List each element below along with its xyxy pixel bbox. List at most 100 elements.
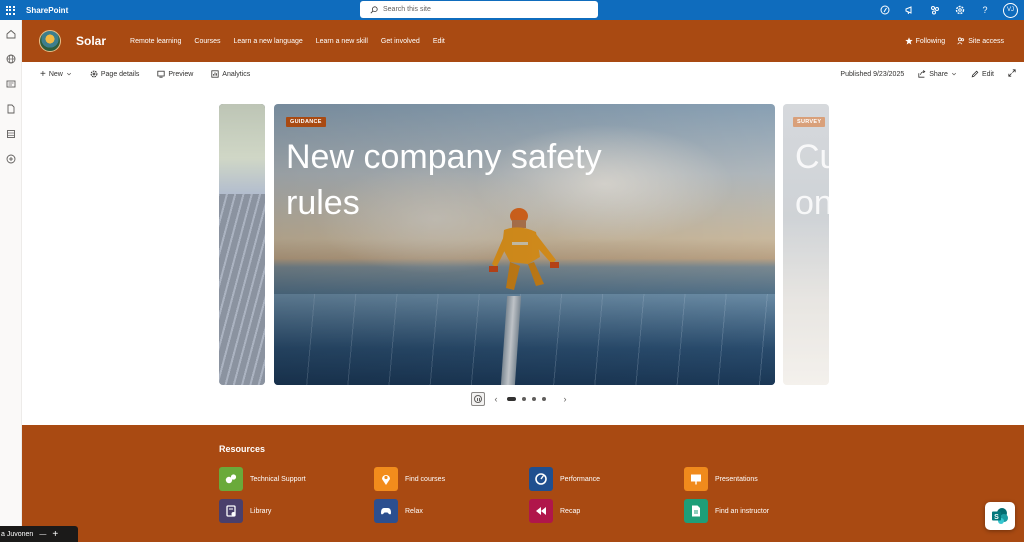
resource-library[interactable]: Library bbox=[219, 499, 271, 523]
waffle-icon[interactable] bbox=[0, 0, 20, 20]
carousel-slide-previous[interactable] bbox=[219, 104, 265, 385]
following-label: Following bbox=[915, 37, 946, 45]
resource-find-courses[interactable]: Find courses bbox=[374, 467, 445, 491]
rewind-icon bbox=[529, 499, 553, 523]
chevron-down-icon bbox=[66, 72, 71, 76]
site-access-button[interactable]: Site access bbox=[957, 37, 1004, 45]
slide-title-line1: New company safety bbox=[286, 138, 602, 176]
plus-icon[interactable]: + bbox=[52, 529, 58, 540]
nav-edit[interactable]: Edit bbox=[433, 38, 445, 45]
resource-label: Performance bbox=[560, 475, 601, 483]
carousel-navigation: ‹ › bbox=[471, 392, 570, 406]
sharepoint-app-button[interactable]: S bbox=[985, 502, 1015, 530]
library-icon bbox=[219, 499, 243, 523]
sharepoint-logo-icon: S bbox=[992, 508, 1008, 524]
analytics-label: Analytics bbox=[222, 70, 251, 78]
resource-presentations[interactable]: Presentations bbox=[684, 467, 758, 491]
nav-learn-language[interactable]: Learn a new language bbox=[233, 38, 302, 45]
search-icon bbox=[370, 5, 378, 13]
expand-icon[interactable] bbox=[1008, 69, 1016, 79]
feedback-icon[interactable] bbox=[878, 3, 892, 17]
slide-tag-next: SURVEY bbox=[793, 117, 826, 127]
slide-title-next-line1: Cu bbox=[795, 138, 829, 176]
resource-technical-support[interactable]: Technical Support bbox=[219, 467, 306, 491]
map-pin-icon bbox=[374, 467, 398, 491]
site-header: Solar Remote learning Courses Learn a ne… bbox=[22, 20, 1024, 62]
user-chip-name: a Juvonen bbox=[1, 530, 34, 538]
nav-get-involved[interactable]: Get involved bbox=[381, 38, 420, 45]
carousel-dot[interactable] bbox=[522, 397, 526, 401]
plus-icon: + bbox=[40, 68, 46, 80]
site-name[interactable]: Solar bbox=[76, 34, 106, 48]
resource-recap[interactable]: Recap bbox=[529, 499, 580, 523]
search-placeholder: Search this site bbox=[383, 6, 431, 13]
share-network-icon[interactable] bbox=[928, 3, 942, 17]
resources-section: Resources Technical Support Find courses… bbox=[22, 425, 1024, 542]
app-name[interactable]: SharePoint bbox=[26, 6, 68, 15]
suite-bar: SharePoint Search this site ? VJ bbox=[0, 0, 1024, 20]
new-button[interactable]: + New bbox=[40, 69, 72, 80]
nav-courses[interactable]: Courses bbox=[194, 38, 220, 45]
preview-icon bbox=[157, 70, 165, 78]
analytics-button[interactable]: Analytics bbox=[211, 70, 250, 78]
site-navigation: Remote learning Courses Learn a new lang… bbox=[130, 38, 458, 45]
following-button[interactable]: Following bbox=[904, 37, 946, 45]
resource-performance[interactable]: Performance bbox=[529, 467, 600, 491]
chevron-left-icon[interactable]: ‹ bbox=[491, 394, 501, 404]
carousel-dot[interactable] bbox=[507, 397, 516, 401]
edit-button[interactable]: Edit bbox=[971, 70, 994, 78]
add-circle-icon[interactable] bbox=[5, 153, 17, 165]
avatar[interactable]: VJ bbox=[1003, 2, 1018, 18]
page-details-label: Page details bbox=[100, 70, 140, 78]
carousel-dot[interactable] bbox=[542, 397, 546, 401]
settings-icon[interactable] bbox=[953, 3, 967, 17]
slide-title-next: Cu on bbox=[795, 134, 829, 226]
megaphone-icon[interactable] bbox=[903, 3, 917, 17]
chevron-down-icon bbox=[951, 72, 956, 76]
resource-label: Presentations bbox=[715, 475, 758, 483]
resource-label: Find an instructor bbox=[715, 507, 770, 515]
chat-bubbles-icon bbox=[219, 467, 243, 491]
slide-tag: GUIDANCE bbox=[286, 117, 326, 127]
search-input[interactable]: Search this site bbox=[360, 1, 598, 18]
edit-label: Edit bbox=[981, 70, 994, 78]
resource-relax[interactable]: Relax bbox=[374, 499, 423, 523]
slide-title[interactable]: New company safety rules bbox=[286, 134, 646, 226]
share-button[interactable]: Share bbox=[918, 70, 957, 78]
carousel-dot[interactable] bbox=[532, 397, 536, 401]
globe-icon[interactable] bbox=[5, 53, 17, 65]
help-icon[interactable]: ? bbox=[978, 3, 992, 17]
minimize-icon[interactable]: — bbox=[39, 531, 46, 538]
preview-label: Preview bbox=[168, 70, 194, 78]
page-details-button[interactable]: Page details bbox=[90, 70, 140, 78]
site-logo[interactable] bbox=[39, 30, 61, 52]
published-status: Published 9/23/2025 bbox=[840, 70, 905, 78]
resource-label: Library bbox=[250, 507, 272, 515]
news-icon[interactable] bbox=[5, 78, 17, 90]
gear-icon bbox=[90, 70, 98, 78]
site-access-label: Site access bbox=[968, 37, 1004, 45]
presentation-icon bbox=[684, 467, 708, 491]
svg-text:S: S bbox=[994, 514, 999, 521]
user-chip[interactable]: a Juvonen — + bbox=[0, 526, 78, 542]
pencil-icon bbox=[971, 70, 979, 78]
resource-find-instructor[interactable]: Find an instructor bbox=[684, 499, 769, 523]
file-icon[interactable] bbox=[5, 103, 17, 115]
home-icon[interactable] bbox=[5, 28, 17, 40]
nav-learn-skill[interactable]: Learn a new skill bbox=[316, 38, 368, 45]
nav-remote-learning[interactable]: Remote learning bbox=[130, 38, 181, 45]
resources-title: Resources bbox=[219, 444, 266, 454]
gauge-icon bbox=[529, 467, 553, 491]
left-app-rail bbox=[0, 20, 22, 542]
carousel-slide-current[interactable]: GUIDANCE New company safety rules bbox=[274, 104, 775, 385]
pause-button[interactable] bbox=[471, 392, 485, 406]
resource-label: Relax bbox=[405, 507, 423, 515]
chevron-right-icon[interactable]: › bbox=[560, 394, 570, 404]
resource-label: Technical Support bbox=[250, 475, 306, 483]
carousel-slide-next[interactable]: SURVEY Cu on bbox=[783, 104, 829, 385]
preview-button[interactable]: Preview bbox=[157, 70, 193, 78]
list-icon[interactable] bbox=[5, 128, 17, 140]
slide-title-line2: rules bbox=[286, 184, 360, 222]
command-bar: + New Page details Preview Analytics Pub… bbox=[22, 62, 1024, 86]
new-label: New bbox=[48, 70, 63, 78]
